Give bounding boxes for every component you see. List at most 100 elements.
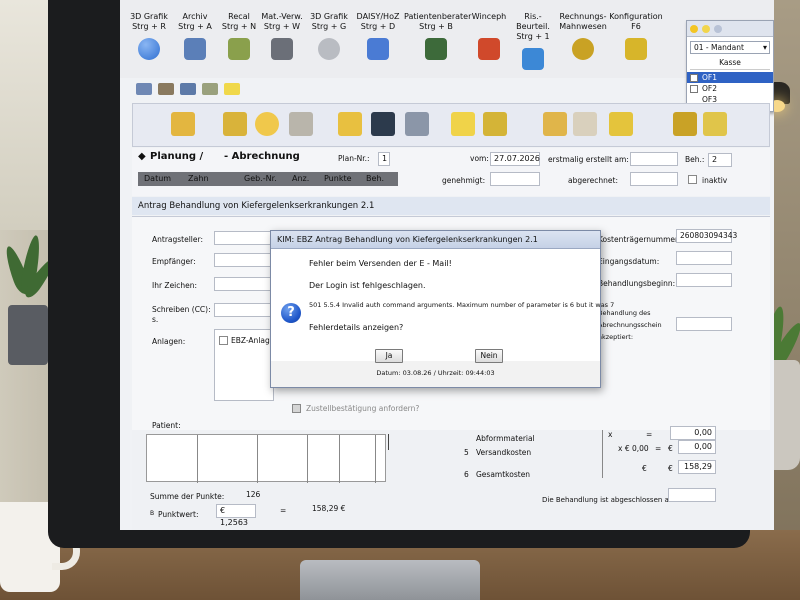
menu-konfiguration[interactable]: Konfiguration F6	[608, 12, 664, 60]
col-beh: Beh.	[366, 174, 385, 183]
col-punkte: Punkte	[324, 174, 352, 183]
menu-3d-grafik-g[interactable]: 3D Grafik Strg + G	[306, 12, 352, 60]
form-icon[interactable]	[223, 112, 247, 136]
empfaenger-field[interactable]	[214, 253, 274, 267]
akzeptiert-field[interactable]	[676, 317, 732, 331]
menu-mat-verw[interactable]: Mat.-Verw. Strg + W	[254, 12, 310, 60]
tools-small-icon[interactable]	[136, 83, 152, 95]
menu-rechnungswesen[interactable]: Rechnungs- Mahnwesen	[558, 12, 608, 60]
x-label-1: x	[608, 430, 613, 439]
note-small-icon[interactable]	[224, 83, 240, 95]
kav-ebz-icon[interactable]	[673, 112, 697, 136]
menu-archiv[interactable]: Archiv Strg + A	[172, 12, 218, 60]
menu-shortcut: Strg + B	[419, 22, 453, 31]
config-icon	[625, 38, 647, 60]
menu-ris-beurteil[interactable]: Ris.-Beurteil. Strg + 1	[508, 12, 558, 70]
menu-shortcut: Strg + 1	[516, 32, 550, 41]
question-icon: ?	[281, 303, 301, 323]
menu-shortcut: Strg + A	[178, 22, 212, 31]
pin-icon[interactable]	[690, 24, 698, 33]
menu-label: Ris.-Beurteil.	[516, 12, 550, 31]
menu-label: Konfiguration	[609, 12, 663, 21]
punktwert-field[interactable]: € 1,2563	[216, 504, 256, 527]
monitor-small-icon[interactable]	[158, 83, 174, 95]
stack-small-icon[interactable]	[202, 83, 218, 95]
antragsteller-field[interactable]	[214, 231, 274, 245]
dialog-body: ? Fehler beim Versenden der E - Mail! De…	[271, 249, 614, 361]
vom-label: vom:	[470, 154, 489, 163]
menu-3d-grafik-r[interactable]: 3D Grafik Strg + R	[126, 12, 172, 60]
patient-label: Patient:	[152, 421, 181, 430]
mandant-select[interactable]: 01 - Mandant	[690, 41, 770, 54]
ihr-zeichen-field[interactable]	[214, 277, 274, 291]
tooth-icon	[318, 38, 340, 60]
schreiben-cc-field[interactable]	[214, 303, 274, 317]
open-folder-icon[interactable]	[171, 112, 195, 136]
menu-label: Archiv	[182, 12, 208, 21]
undo-icon[interactable]	[255, 112, 279, 136]
points-grid	[146, 434, 386, 483]
vom-date-field[interactable]: 27.07.2026	[490, 152, 540, 166]
plan-header: ◆ Planung / - Abrechnung Plan-Nr.: 1 vom…	[132, 148, 770, 196]
divider	[388, 434, 389, 450]
abform-total-field[interactable]: 0,00	[670, 426, 716, 440]
abgeschlossen-field[interactable]	[668, 488, 716, 502]
plan-nr-label: Plan-Nr.:	[338, 154, 370, 163]
anlagen-list[interactable]: EBZ-Anlage	[214, 329, 274, 401]
pen-cross-icon[interactable]	[543, 112, 567, 136]
menu-winceph[interactable]: Winceph	[468, 12, 510, 60]
expand-icon[interactable]	[338, 112, 362, 136]
ebz-anlage-checkbox[interactable]	[219, 336, 228, 345]
eingangsdatum-field[interactable]	[676, 251, 732, 265]
yes-button[interactable]: Ja	[375, 349, 403, 363]
plan-nr-field[interactable]: 1	[378, 152, 390, 166]
tooth-small-icon: ◆	[138, 151, 146, 162]
genehmigt-field[interactable]	[490, 172, 540, 186]
star-icon[interactable]	[702, 24, 710, 33]
schreiben-cc-label-2: s.	[152, 315, 159, 324]
trash-icon[interactable]	[289, 112, 313, 136]
kostentraeger-field[interactable]: 260803094343	[676, 229, 737, 243]
antragsteller-label: Antragsteller:	[152, 235, 203, 244]
col-zahn: Zahn	[188, 174, 209, 183]
cubes-icon[interactable]	[703, 112, 727, 136]
mandant-titlebar	[687, 21, 773, 37]
menu-label: Winceph	[471, 12, 507, 21]
abgerechnet-field[interactable]	[630, 172, 678, 186]
euro-sign-3b: €	[668, 464, 673, 473]
behandlungsbeginn-field[interactable]	[676, 273, 732, 287]
menu-shortcut: F6	[631, 22, 641, 31]
ebz-anlage-label: EBZ-Anlage	[231, 336, 275, 345]
versand-number: 5	[464, 448, 469, 457]
menu-daisy[interactable]: DAISY/HoZ Strg + D	[352, 12, 404, 60]
tooth-shield-icon[interactable]	[451, 112, 475, 136]
summe-punkte-label: Summe der Punkte:	[150, 492, 225, 501]
menu-shortcut: Strg + D	[360, 22, 396, 31]
monitor: 3D Grafik Strg + R Archiv Strg + A Recal St…	[48, 0, 774, 548]
x-price-label: x € 0,00	[618, 444, 649, 453]
menu-patientenberater[interactable]: Patientenberater Strg + B	[404, 12, 471, 60]
window-icon[interactable]	[714, 24, 722, 33]
card-small-icon[interactable]	[180, 83, 196, 95]
grid-icon[interactable]	[405, 112, 429, 136]
totals-area: Abformmaterial 5 Versandkosten 6 Gesamtk…	[132, 426, 770, 530]
genehmigt-label: genehmigt:	[442, 176, 486, 185]
menu-shortcut: Mahnwesen	[559, 22, 607, 31]
tanks-icon[interactable]	[483, 112, 507, 136]
erstellt-field[interactable]	[630, 152, 678, 166]
versand-total-field[interactable]: 0,00	[678, 440, 716, 454]
abrechnungsschein-label: Abrechnungsschein	[598, 321, 662, 329]
cancel-doc-icon[interactable]	[573, 112, 597, 136]
beh-field[interactable]: 2	[708, 153, 732, 167]
no-button[interactable]: Nein	[475, 349, 503, 363]
risk-icon	[522, 48, 544, 70]
zustell-checkbox[interactable]	[292, 404, 301, 413]
gesamt-total-field[interactable]: 158,29	[678, 460, 716, 474]
stack-coins-icon[interactable]	[609, 112, 633, 136]
binoculars-icon[interactable]	[371, 112, 395, 136]
menu-label: DAISY/HoZ	[356, 12, 400, 21]
akzeptiert-label: akzeptiert:	[598, 333, 634, 341]
equals-1: =	[646, 430, 653, 439]
behandlungsbeginn-label: Behandlungsbeginn:	[598, 279, 676, 288]
inaktiv-checkbox[interactable]	[688, 175, 697, 184]
